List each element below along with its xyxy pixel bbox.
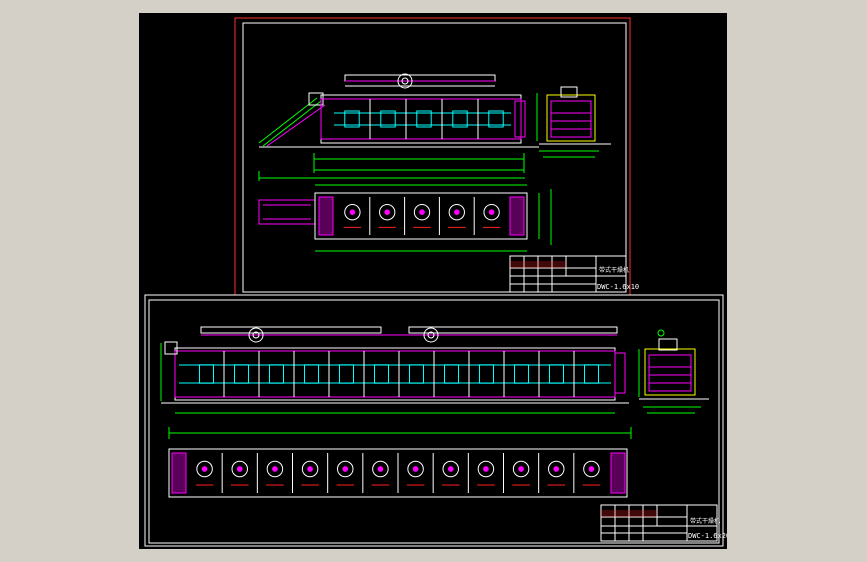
dryer-section-window — [374, 364, 389, 384]
top-discharge — [514, 100, 526, 138]
dryer-section-window — [479, 364, 494, 384]
top-dryer-body — [320, 94, 522, 144]
dryer-section-window — [269, 364, 284, 384]
top-plan-conveyor — [258, 199, 316, 225]
sheet-bottom: 带式干燥机 DWC-1.6x20 — [144, 294, 727, 547]
dryer-section-window — [234, 364, 249, 384]
bottom-title-block: 带式干燥机 DWC-1.6x20 — [600, 504, 727, 542]
top-plan-body — [314, 192, 528, 240]
dryer-section-window — [304, 364, 319, 384]
dryer-section-window — [584, 364, 599, 384]
top-dryer-sections — [344, 99, 504, 139]
dryer-section-window — [549, 364, 564, 384]
dryer-section-window — [339, 364, 354, 384]
cad-drawing: 带式干燥机 DWC-1.6x10 带式干燥机 DWC-1.6x20 — [144, 17, 727, 547]
bottom-roof-2 — [408, 326, 618, 334]
bottom-roof-1 — [200, 326, 382, 334]
top-title-block: 带式干燥机 DWC-1.6x10 — [509, 255, 639, 293]
bottom-dryer-sections — [199, 351, 599, 397]
dryer-section-window — [199, 364, 214, 384]
feed-conveyor-line — [258, 97, 318, 144]
drawing-canvas[interactable]: 带式干燥机 DWC-1.6x10 带式干燥机 DWC-1.6x20 — [139, 13, 727, 549]
sheet-top: 带式干燥机 DWC-1.6x10 — [234, 17, 639, 296]
bottom-plan-sections — [195, 453, 601, 493]
bottom-title-name: 带式干燥机 — [690, 517, 720, 525]
top-elevation-view — [258, 73, 539, 181]
bottom-elevation-view — [160, 326, 632, 439]
top-side-frame — [546, 94, 596, 142]
bottom-side-view — [638, 329, 709, 414]
dryer-section-window — [409, 364, 424, 384]
top-title-name: 带式干燥机 — [599, 266, 629, 274]
top-title-code: DWC-1.6x10 — [597, 283, 639, 291]
bottom-discharge — [614, 352, 626, 394]
top-plan-view — [258, 184, 552, 252]
dryer-section-window — [444, 364, 459, 384]
bottom-side-fan-housing — [658, 338, 678, 351]
bottom-title-code: DWC-1.6x20 — [688, 532, 727, 540]
top-plan-sections — [343, 197, 501, 235]
dryer-section-window — [514, 364, 529, 384]
top-side-view — [536, 86, 611, 158]
bottom-side-frame — [644, 348, 696, 396]
bottom-plan-view — [168, 448, 628, 498]
top-roof — [344, 74, 496, 82]
